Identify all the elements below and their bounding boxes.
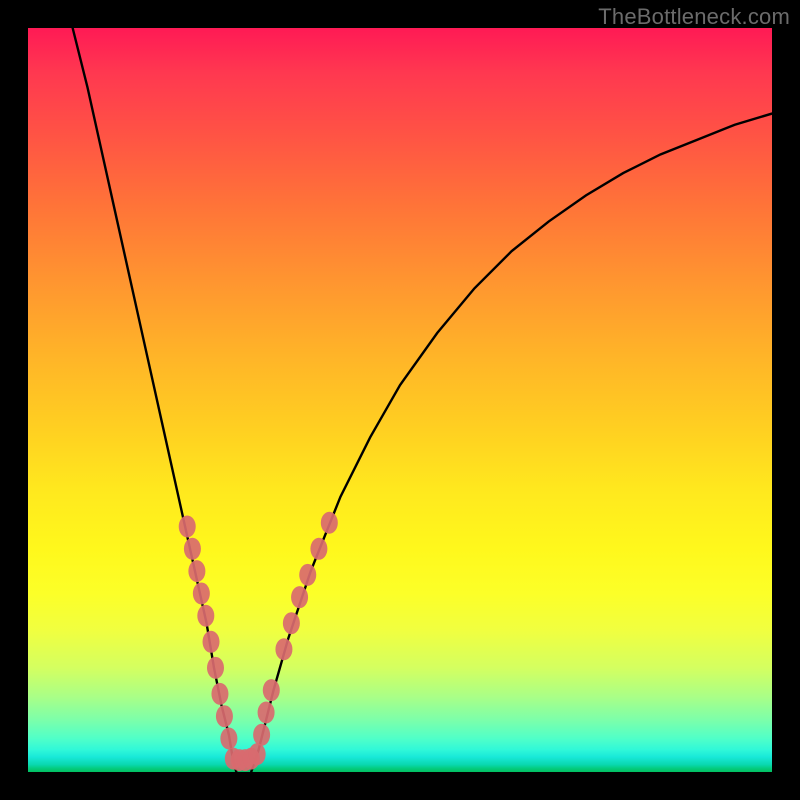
marker-point bbox=[263, 679, 280, 701]
marker-point bbox=[179, 515, 196, 537]
marker-point bbox=[249, 743, 266, 765]
marker-point bbox=[184, 538, 201, 560]
marker-point bbox=[193, 582, 210, 604]
marker-point bbox=[197, 605, 214, 627]
marker-point bbox=[291, 586, 308, 608]
marker-point bbox=[310, 538, 327, 560]
marker-point bbox=[211, 683, 228, 705]
chart-svg bbox=[28, 28, 772, 772]
marker-point bbox=[203, 631, 220, 653]
marker-point bbox=[188, 560, 205, 582]
marker-point bbox=[299, 564, 316, 586]
marker-point bbox=[283, 612, 300, 634]
marker-point bbox=[220, 728, 237, 750]
marker-point bbox=[275, 638, 292, 660]
series-right-branch bbox=[251, 114, 772, 772]
marker-point bbox=[253, 724, 270, 746]
marker-point bbox=[216, 705, 233, 727]
plot-area bbox=[28, 28, 772, 772]
chart-frame: TheBottleneck.com bbox=[0, 0, 800, 800]
marker-point bbox=[258, 701, 275, 723]
curve-right bbox=[251, 114, 772, 772]
marker-point bbox=[321, 512, 338, 534]
markers bbox=[179, 512, 338, 771]
marker-point bbox=[207, 657, 224, 679]
watermark-text: TheBottleneck.com bbox=[598, 4, 790, 30]
